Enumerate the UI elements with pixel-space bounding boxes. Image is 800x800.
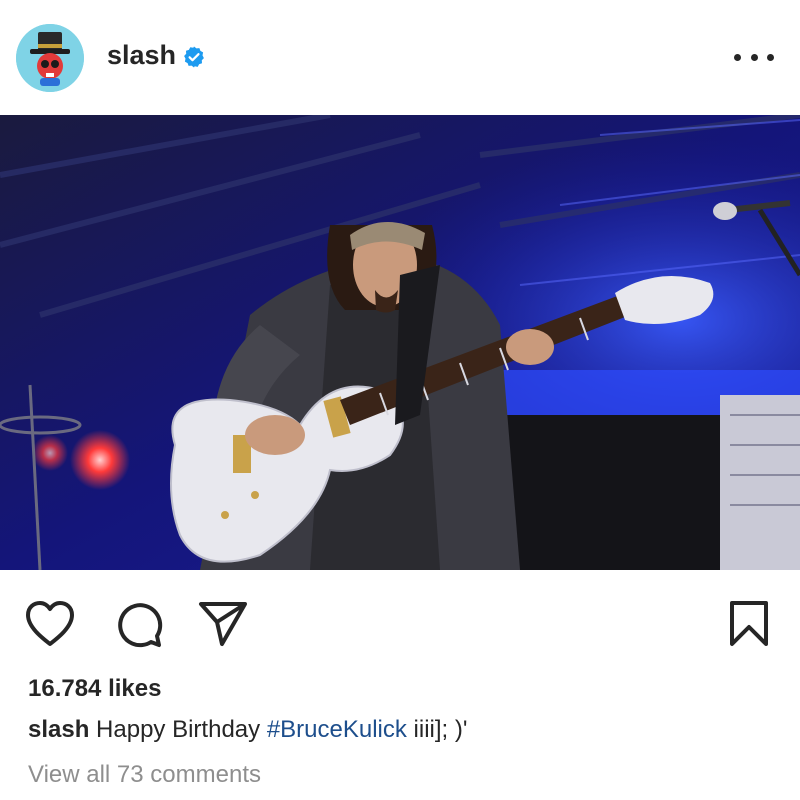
avatar[interactable] [16, 24, 84, 92]
username[interactable]: slash [107, 40, 176, 71]
share-button[interactable] [198, 600, 248, 648]
paper-plane-icon [199, 602, 247, 646]
like-button[interactable] [25, 600, 75, 648]
verified-badge-icon [184, 46, 204, 68]
caption-hashtag[interactable]: #BruceKulick [267, 716, 407, 743]
more-dot [750, 53, 758, 61]
bookmark-icon [730, 601, 768, 646]
post-header: slash [0, 0, 800, 115]
post-photo[interactable] [0, 115, 800, 570]
more-dot [734, 53, 741, 61]
comment-button[interactable] [113, 599, 163, 649]
action-bar [0, 570, 800, 670]
heart-icon [26, 601, 74, 646]
caption-username[interactable]: slash [28, 716, 89, 743]
more-dot [767, 53, 774, 61]
post-caption: slash Happy Birthday #BruceKulick iiii];… [28, 716, 467, 744]
likes-count[interactable]: 16.784 likes [28, 675, 161, 703]
caption-text-end: iiii]; )' [413, 716, 468, 743]
more-options-button[interactable] [734, 42, 774, 72]
caption-text: Happy Birthday [96, 716, 261, 743]
save-button[interactable] [729, 600, 769, 648]
view-comments-link[interactable]: View all 73 comments [28, 761, 261, 789]
skull-top-hat-avatar-icon [16, 24, 84, 92]
guitarist-on-stage-image [0, 115, 800, 570]
comment-bubble-icon [118, 603, 163, 648]
